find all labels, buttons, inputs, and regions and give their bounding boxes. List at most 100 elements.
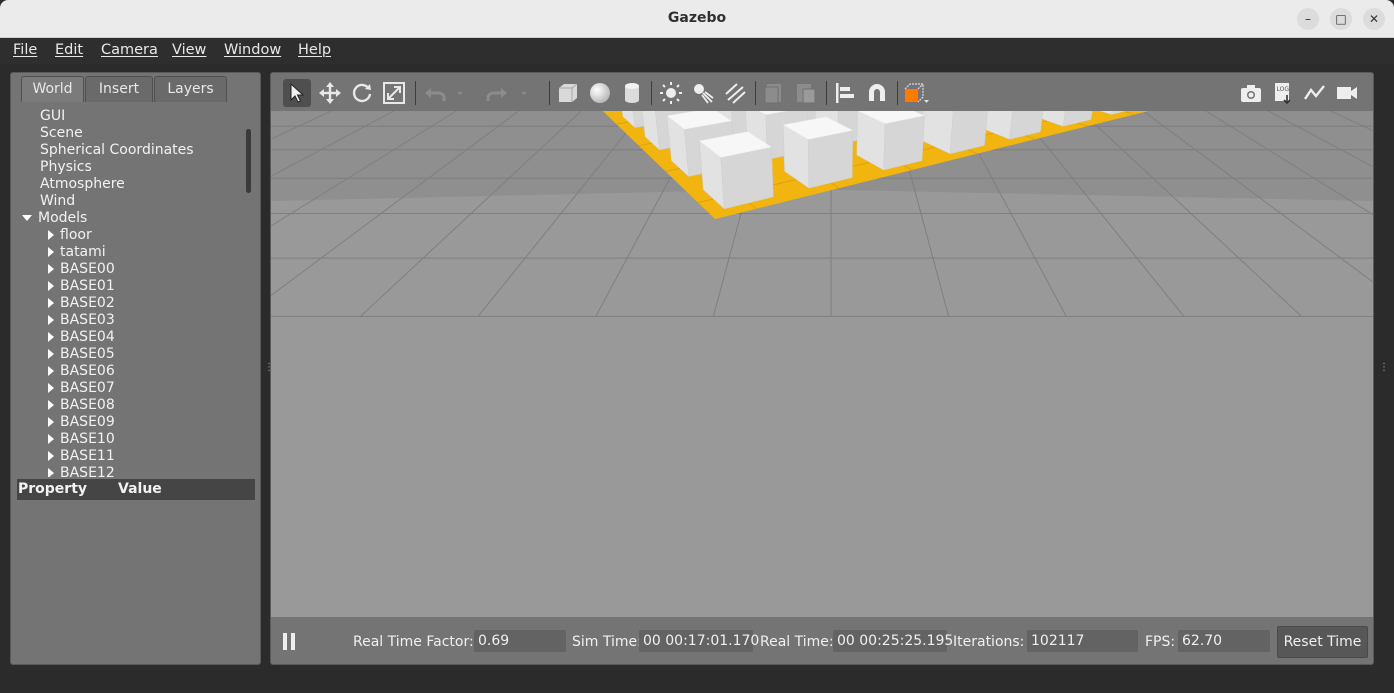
- menu-window[interactable]: Window: [224, 42, 281, 58]
- toolbar: LOG: [271, 73, 1373, 111]
- plot-icon[interactable]: [1301, 79, 1329, 107]
- point-light-icon[interactable]: [657, 79, 685, 107]
- property-column-label: Property: [18, 481, 88, 497]
- menu-camera[interactable]: Camera: [101, 42, 158, 58]
- paste-icon[interactable]: [792, 79, 820, 107]
- tree-item-model[interactable]: BASE03: [48, 312, 115, 329]
- expand-right-icon[interactable]: [48, 315, 54, 325]
- redo-icon[interactable]: [483, 79, 511, 107]
- tree-item-model[interactable]: BASE01: [48, 278, 115, 295]
- tree-item-spherical-coordinates[interactable]: Spherical Coordinates: [40, 142, 194, 159]
- expand-right-icon[interactable]: [48, 349, 54, 359]
- tree-item-model[interactable]: BASE06: [48, 363, 115, 380]
- expand-right-icon[interactable]: [48, 366, 54, 376]
- expand-right-icon[interactable]: [48, 417, 54, 427]
- tab-layers[interactable]: Layers: [154, 76, 227, 102]
- align-icon[interactable]: [831, 79, 859, 107]
- log-icon[interactable]: LOG: [1269, 79, 1297, 107]
- toolbar-separator: [897, 81, 898, 105]
- tree-item-model[interactable]: BASE10: [48, 431, 115, 448]
- undo-dropdown-icon[interactable]: [453, 79, 467, 107]
- sphere-icon[interactable]: [586, 79, 614, 107]
- copy-icon[interactable]: [760, 79, 788, 107]
- sim-time-value: 00 00:17:01.170: [639, 630, 759, 652]
- tab-insert[interactable]: Insert: [85, 76, 153, 102]
- tree-item-model[interactable]: BASE04: [48, 329, 115, 346]
- model-label: BASE09: [60, 414, 115, 430]
- expand-right-icon[interactable]: [48, 434, 54, 444]
- view-angle-icon[interactable]: [902, 79, 930, 107]
- expand-right-icon[interactable]: [48, 451, 54, 461]
- tree-item-model[interactable]: BASE00: [48, 261, 115, 278]
- directional-light-icon[interactable]: [721, 79, 749, 107]
- expand-right-icon[interactable]: [48, 383, 54, 393]
- expand-right-icon[interactable]: [48, 400, 54, 410]
- tree-item-model[interactable]: floor: [48, 227, 92, 244]
- expand-right-icon[interactable]: [48, 468, 54, 477]
- sim-time-label: Sim Time:: [572, 634, 642, 650]
- menu-help[interactable]: Help: [298, 42, 331, 58]
- scale-icon[interactable]: [380, 79, 408, 107]
- select-arrow-icon[interactable]: [283, 79, 311, 107]
- toolbar-separator: [549, 81, 550, 105]
- left-splitter-handle[interactable]: ⋮: [264, 362, 274, 376]
- iterations-label: Iterations:: [953, 634, 1025, 650]
- tree-item-atmosphere[interactable]: Atmosphere: [40, 176, 125, 193]
- fps-value: 62.70: [1178, 630, 1270, 652]
- toolbar-separator: [826, 81, 827, 105]
- screenshot-icon[interactable]: [1237, 79, 1265, 107]
- title-bar: Gazebo – □ ✕: [0, 0, 1394, 38]
- tree-scrollbar[interactable]: [246, 129, 251, 193]
- magnet-icon[interactable]: [863, 79, 891, 107]
- expand-right-icon[interactable]: [48, 230, 54, 240]
- tree-item-model[interactable]: BASE02: [48, 295, 115, 312]
- model-label: BASE06: [60, 363, 115, 379]
- expand-right-icon[interactable]: [48, 298, 54, 308]
- expand-right-icon[interactable]: [48, 281, 54, 291]
- tree-item-model[interactable]: BASE05: [48, 346, 115, 363]
- model-label: BASE12: [60, 465, 115, 477]
- redo-dropdown-icon[interactable]: [517, 79, 531, 107]
- spot-light-icon[interactable]: [689, 79, 717, 107]
- expand-right-icon[interactable]: [48, 247, 54, 257]
- menu-file[interactable]: File: [13, 42, 37, 58]
- tree-item-model[interactable]: BASE07: [48, 380, 115, 397]
- 3d-viewport[interactable]: [271, 111, 1374, 617]
- tree-item-wind[interactable]: Wind: [40, 193, 75, 210]
- models-label: Models: [38, 210, 88, 226]
- pause-icon[interactable]: [281, 633, 297, 651]
- tree-item-model[interactable]: BASE11: [48, 448, 115, 465]
- right-splitter-handle[interactable]: ⋮: [1379, 362, 1389, 376]
- tree-item-physics[interactable]: Physics: [40, 159, 92, 176]
- value-column-label: Value: [118, 481, 162, 497]
- cylinder-icon[interactable]: [618, 79, 646, 107]
- maximize-button[interactable]: □: [1330, 8, 1352, 30]
- tree-item-model[interactable]: BASE09: [48, 414, 115, 431]
- tree-item-gui[interactable]: GUI: [40, 108, 65, 125]
- rotate-icon[interactable]: [348, 79, 376, 107]
- tab-world[interactable]: World: [21, 76, 84, 102]
- model-label: BASE08: [60, 397, 115, 413]
- reset-time-button[interactable]: Reset Time: [1277, 626, 1368, 658]
- menu-edit[interactable]: Edit: [55, 42, 83, 58]
- expand-right-icon[interactable]: [48, 264, 54, 274]
- close-button[interactable]: ✕: [1363, 8, 1385, 30]
- menu-view[interactable]: View: [172, 42, 206, 58]
- tree-item-model[interactable]: BASE12: [48, 465, 115, 477]
- expand-right-icon[interactable]: [48, 332, 54, 342]
- box-icon[interactable]: [554, 79, 582, 107]
- translate-icon[interactable]: [316, 79, 344, 107]
- model-label: BASE11: [60, 448, 115, 464]
- tree-item-scene[interactable]: Scene: [40, 125, 83, 142]
- scene-render[interactable]: [271, 111, 1374, 617]
- model-label: floor: [60, 227, 92, 243]
- tree-item-model[interactable]: tatami: [48, 244, 106, 261]
- undo-icon[interactable]: [421, 79, 449, 107]
- toolbar-separator: [755, 81, 756, 105]
- tree-item-model[interactable]: BASE08: [48, 397, 115, 414]
- model-label: BASE04: [60, 329, 115, 345]
- expand-down-icon[interactable]: [22, 215, 32, 221]
- record-icon[interactable]: [1333, 79, 1361, 107]
- tree-item-models[interactable]: Models: [22, 210, 87, 227]
- minimize-button[interactable]: –: [1297, 8, 1319, 30]
